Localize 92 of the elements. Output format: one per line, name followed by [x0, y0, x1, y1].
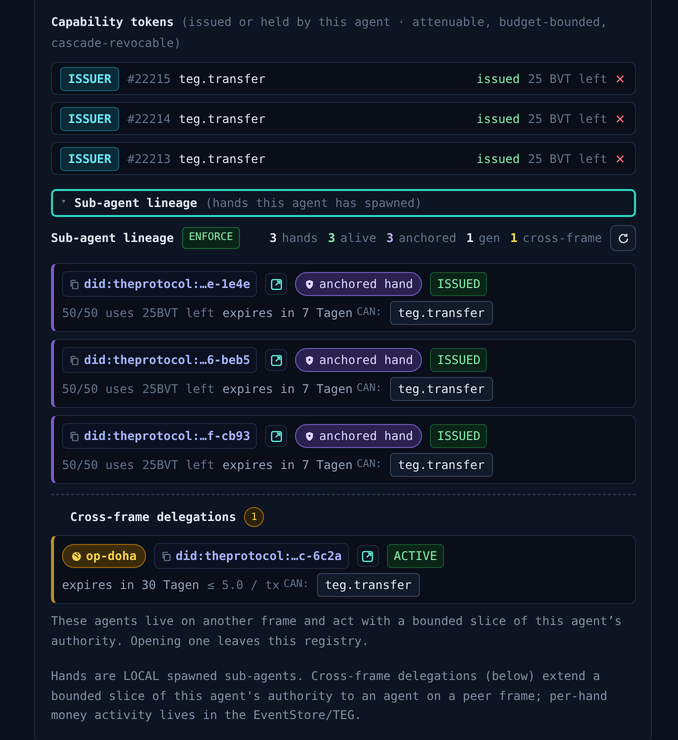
stat-count: 3 [328, 230, 336, 247]
token-scope: teg.transfer [178, 110, 266, 128]
role-badge: ISSUER [60, 146, 120, 170]
count-badge: 1 [244, 507, 264, 527]
token-status: issued [476, 70, 520, 88]
did-text: did:theprotocol:…6-beb5 [84, 352, 250, 369]
stat-label: cross-frame [522, 230, 602, 247]
did-chip[interactable]: did:theprotocol:…6-beb5 [62, 347, 258, 373]
expiry-text: expires in 30 Tagen [62, 577, 200, 594]
expiry-text: expires in 7 Tagen [222, 457, 353, 474]
mode-badge: ENFORCE [182, 227, 240, 249]
caret-icon: ▾ [61, 196, 66, 210]
section-heading: Capability tokens (issued or held by this agent · attenuable, budget-bounded, cascade-revocable) [51, 14, 608, 52]
tag-text: anchored hand [319, 352, 414, 369]
info-text: These agents live on another frame and act with a bounded slice of this agent’s authority. Opening one leaves this registry. [51, 613, 623, 650]
open-link-button[interactable] [356, 545, 379, 567]
copy-icon [69, 278, 80, 290]
revoke-button[interactable]: × [615, 70, 625, 86]
did-chip[interactable]: did:theprotocol:…f-cb93 [62, 423, 258, 449]
token-budget: 25 BVT left [528, 70, 608, 88]
open-link-button[interactable] [265, 273, 288, 295]
can-label: CAN: [356, 457, 382, 472]
copy-icon [160, 550, 172, 562]
status-badge: ISSUED [430, 424, 488, 448]
toggle-note: (hands this agent has spawned) [205, 195, 422, 212]
token-budget: 25 BVT left [528, 150, 608, 168]
refresh-icon [616, 232, 630, 244]
external-link-icon [270, 354, 283, 366]
revoke-button[interactable]: × [615, 150, 625, 166]
did-chip[interactable]: did:theprotocol:…e-1e4e [62, 271, 258, 297]
can-label: CAN: [356, 381, 382, 396]
stat-count: 1 [466, 230, 474, 247]
capability-chip: teg.transfer [390, 453, 493, 477]
external-link-icon [270, 430, 283, 442]
uses-text: 50/50 uses [62, 457, 134, 474]
token-scope: teg.transfer [178, 150, 266, 168]
refresh-button[interactable] [610, 225, 636, 251]
token-scope: teg.transfer [178, 70, 266, 88]
token-id: #22214 [127, 110, 171, 128]
capability-chip: teg.transfer [316, 573, 420, 597]
tag-text: anchored hand [319, 276, 414, 293]
stat-label: hands [282, 230, 318, 247]
budget-text: 25BVT left [142, 457, 214, 474]
uses-text: 50/50 uses [62, 305, 134, 322]
token-status: issued [476, 110, 520, 128]
stat-label: gen [478, 230, 500, 247]
revoke-button[interactable]: × [615, 110, 625, 126]
stat-count: 3 [270, 230, 277, 247]
open-link-button[interactable] [265, 349, 288, 371]
capability-chip: teg.transfer [390, 377, 493, 401]
capability-chip: teg.transfer [390, 301, 493, 325]
stat-count: 3 [386, 230, 394, 247]
section-toggle[interactable]: ▾ Sub-agent lineage (hands this agent has spawned) [51, 189, 636, 217]
token-id: #22213 [127, 150, 171, 168]
copy-icon [69, 430, 80, 442]
stat-label: alive [340, 230, 376, 247]
budget-text: 25BVT left [142, 381, 214, 398]
uses-text: 50/50 uses [62, 381, 134, 398]
tag-text: anchored hand [319, 428, 414, 445]
can-label: CAN: [284, 577, 309, 592]
budget-text: 25BVT left [142, 305, 214, 322]
expiry-text: expires in 7 Tagen [222, 381, 353, 398]
token-budget: 25 BVT left [528, 110, 608, 128]
toggle-title: Sub-agent lineage [74, 195, 198, 212]
globe-icon [71, 550, 82, 562]
external-link-icon [361, 550, 374, 562]
token-id: #22215 [127, 70, 171, 88]
shield-icon [304, 278, 316, 290]
frame-text: op-doha [86, 548, 137, 565]
limit-text: ≤ 5.0 / tx [207, 577, 280, 594]
did-text: did:theprotocol:…e-1e4e [84, 276, 250, 293]
copy-icon [69, 354, 80, 366]
did-text: did:theprotocol:…f-cb93 [84, 428, 250, 445]
did-text: did:theprotocol:…c-6c2a [176, 548, 342, 565]
external-link-icon [270, 278, 283, 290]
token-status: issued [476, 150, 520, 168]
cross-frame-title: Cross-frame delegations [70, 509, 236, 526]
did-chip[interactable]: did:theprotocol:…c-6c2a [154, 543, 349, 569]
role-badge: ISSUER [60, 106, 120, 130]
role-badge: ISSUER [60, 66, 120, 90]
footnote-text: Hands are LOCAL spawned sub-agents. Cross-frame delegations (below) extend a bounded slice of this agent's authority to an agent on a peer frame; per-hand money activity lives in the EventStore/TEG. [51, 668, 608, 724]
status-badge: ISSUED [430, 348, 488, 372]
status-badge: ISSUED [430, 272, 488, 296]
stat-count: 1 [510, 230, 518, 247]
shield-icon [304, 430, 316, 442]
expiry-text: expires in 7 Tagen [222, 305, 353, 322]
lineage-heading: Sub-agent lineage [51, 230, 174, 247]
status-badge: ACTIVE [386, 544, 444, 568]
can-label: CAN: [356, 305, 382, 320]
stat-label: anchored [398, 230, 456, 247]
shield-icon [304, 354, 316, 366]
open-link-button[interactable] [265, 425, 288, 447]
